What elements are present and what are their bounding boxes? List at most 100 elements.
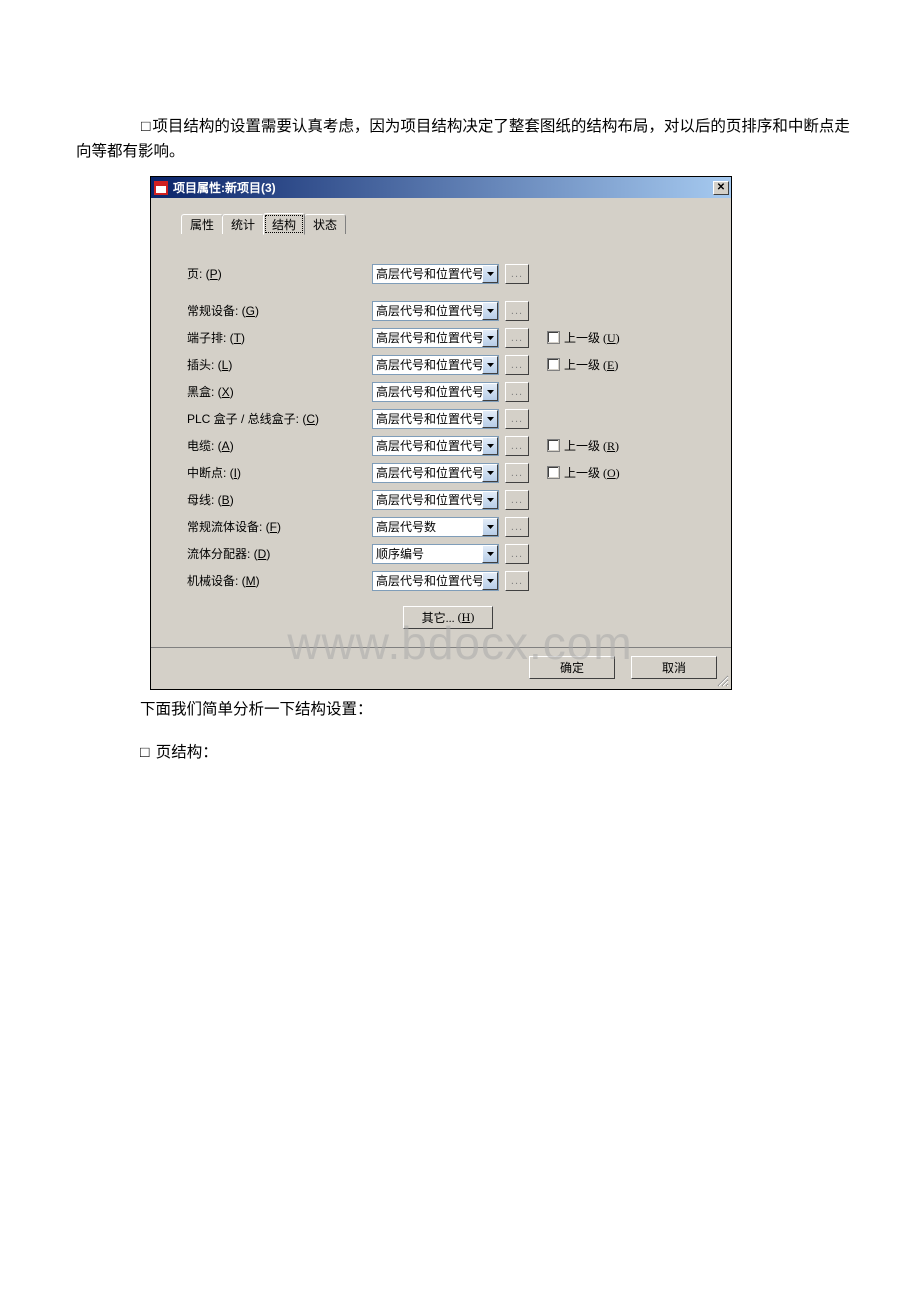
- select-value: 顺序编号: [373, 545, 482, 562]
- chevron-down-icon: [482, 491, 498, 509]
- structure-select[interactable]: 高层代号和位置代号: [372, 301, 499, 321]
- select-value: 高层代号数: [373, 518, 482, 535]
- row-label: PLC 盒子 / 总线盒子: (C): [187, 410, 372, 427]
- row-label: 机械设备: (M): [187, 572, 372, 589]
- row-label: 插头: (L): [187, 356, 372, 373]
- other-button-hotkey: H: [462, 610, 471, 625]
- chevron-down-icon: [482, 464, 498, 482]
- chevron-down-icon: [482, 437, 498, 455]
- structure-select[interactable]: 高层代号和位置代号: [372, 490, 499, 510]
- structure-select[interactable]: 顺序编号: [372, 544, 499, 564]
- select-value: 高层代号和位置代号: [373, 265, 482, 282]
- app-icon: [153, 180, 169, 196]
- structure-select[interactable]: 高层代号和位置代号: [372, 571, 499, 591]
- browse-button[interactable]: ...: [505, 382, 529, 402]
- form-row: 常规流体设备: (F)高层代号数...: [187, 513, 709, 540]
- titlebar: 项目属性:新项目(3) ✕: [151, 177, 731, 198]
- browse-button[interactable]: ...: [505, 328, 529, 348]
- chevron-down-icon: [482, 518, 498, 536]
- parent-level-checkbox[interactable]: [547, 358, 560, 371]
- checkbox-label: 上一级 (U): [564, 329, 620, 346]
- chevron-down-icon: [482, 302, 498, 320]
- doc-paragraph-1: □项目结构的设置需要认真考虑，因为项目结构决定了整套图纸的结构布局，对以后的页排…: [76, 115, 861, 165]
- structure-select[interactable]: 高层代号和位置代号: [372, 436, 499, 456]
- checkbox-label: 上一级 (R): [564, 437, 619, 454]
- browse-button[interactable]: ...: [505, 301, 529, 321]
- resize-grip-icon[interactable]: [715, 673, 729, 687]
- dialog-footer: 确定 取消: [151, 647, 731, 689]
- dialog-title: 项目属性:新项目(3): [173, 179, 713, 196]
- ok-button[interactable]: 确定: [529, 656, 615, 679]
- checkbox-label: 上一级 (E): [564, 356, 618, 373]
- chevron-down-icon: [482, 329, 498, 347]
- other-button-label: 其它...: [422, 609, 455, 626]
- tab-statistics[interactable]: 统计: [222, 214, 264, 234]
- structure-select[interactable]: 高层代号和位置代号: [372, 264, 499, 284]
- structure-select[interactable]: 高层代号和位置代号: [372, 355, 499, 375]
- select-value: 高层代号和位置代号: [373, 437, 482, 454]
- parent-level-checkbox-area: 上一级 (O): [547, 464, 620, 481]
- form-row: 端子排: (T)高层代号和位置代号... 上一级 (U): [187, 324, 709, 351]
- structure-select[interactable]: 高层代号和位置代号: [372, 382, 499, 402]
- chevron-down-icon: [482, 572, 498, 590]
- form-row: 常规设备: (G)高层代号和位置代号...: [187, 297, 709, 324]
- parent-level-checkbox[interactable]: [547, 439, 560, 452]
- form-row: PLC 盒子 / 总线盒子: (C)高层代号和位置代号...: [187, 405, 709, 432]
- form-row: 插头: (L)高层代号和位置代号... 上一级 (E): [187, 351, 709, 378]
- chevron-down-icon: [482, 383, 498, 401]
- browse-button[interactable]: ...: [505, 544, 529, 564]
- chevron-down-icon: [482, 545, 498, 563]
- select-value: 高层代号和位置代号: [373, 464, 482, 481]
- doc-paragraph-3: □ 页结构：: [140, 740, 218, 762]
- tab-structure[interactable]: 结构: [263, 213, 305, 235]
- para1-text: 项目结构的设置需要认真考虑，因为项目结构决定了整套图纸的结构布局，对以后的页排序…: [76, 118, 850, 160]
- form-row: 电缆: (A)高层代号和位置代号... 上一级 (R): [187, 432, 709, 459]
- row-label: 常规流体设备: (F): [187, 518, 372, 535]
- form-row: 流体分配器: (D)顺序编号...: [187, 540, 709, 567]
- tab-status[interactable]: 状态: [304, 214, 346, 234]
- browse-button[interactable]: ...: [505, 463, 529, 483]
- chevron-down-icon: [482, 265, 498, 283]
- form-row: 机械设备: (M)高层代号和位置代号...: [187, 567, 709, 594]
- form-row: 页: (P)高层代号和位置代号...: [187, 260, 709, 287]
- parent-level-checkbox-area: 上一级 (U): [547, 329, 620, 346]
- row-label: 常规设备: (G): [187, 302, 372, 319]
- structure-select[interactable]: 高层代号和位置代号: [372, 463, 499, 483]
- row-label: 流体分配器: (D): [187, 545, 372, 562]
- select-value: 高层代号和位置代号: [373, 329, 482, 346]
- structure-select[interactable]: 高层代号数: [372, 517, 499, 537]
- browse-button[interactable]: ...: [505, 264, 529, 284]
- select-value: 高层代号和位置代号: [373, 572, 482, 589]
- tab-properties[interactable]: 属性: [181, 214, 223, 234]
- structure-select[interactable]: 高层代号和位置代号: [372, 409, 499, 429]
- form-area: 页: (P)高层代号和位置代号...常规设备: (G)高层代号和位置代号...端…: [181, 260, 715, 594]
- bullet-icon: □: [140, 744, 149, 761]
- tabs: 属性 统计 结构 状态: [181, 212, 715, 234]
- row-label: 电缆: (A): [187, 437, 372, 454]
- browse-button[interactable]: ...: [505, 490, 529, 510]
- select-value: 高层代号和位置代号: [373, 383, 482, 400]
- parent-level-checkbox-area: 上一级 (R): [547, 437, 619, 454]
- browse-button[interactable]: ...: [505, 409, 529, 429]
- row-label: 黑盒: (X): [187, 383, 372, 400]
- structure-select[interactable]: 高层代号和位置代号: [372, 328, 499, 348]
- select-value: 高层代号和位置代号: [373, 491, 482, 508]
- close-button[interactable]: ✕: [713, 181, 729, 195]
- browse-button[interactable]: ...: [505, 517, 529, 537]
- project-properties-dialog: 项目属性:新项目(3) ✕ 属性 统计 结构 状态 页: (P)高层代号和位置代…: [150, 176, 732, 690]
- parent-level-checkbox[interactable]: [547, 466, 560, 479]
- row-label: 中断点: (I): [187, 464, 372, 481]
- row-label: 端子排: (T): [187, 329, 372, 346]
- browse-button[interactable]: ...: [505, 436, 529, 456]
- cancel-button[interactable]: 取消: [631, 656, 717, 679]
- row-label: 母线: (B): [187, 491, 372, 508]
- browse-button[interactable]: ...: [505, 571, 529, 591]
- row-label: 页: (P): [187, 265, 372, 282]
- browse-button[interactable]: ...: [505, 355, 529, 375]
- parent-level-checkbox[interactable]: [547, 331, 560, 344]
- parent-level-checkbox-area: 上一级 (E): [547, 356, 618, 373]
- doc-paragraph-2: 下面我们简单分析一下结构设置：: [140, 697, 373, 719]
- para3-text: 页结构：: [156, 744, 218, 761]
- form-row: 黑盒: (X)高层代号和位置代号...: [187, 378, 709, 405]
- other-button[interactable]: 其它... (H): [403, 606, 494, 629]
